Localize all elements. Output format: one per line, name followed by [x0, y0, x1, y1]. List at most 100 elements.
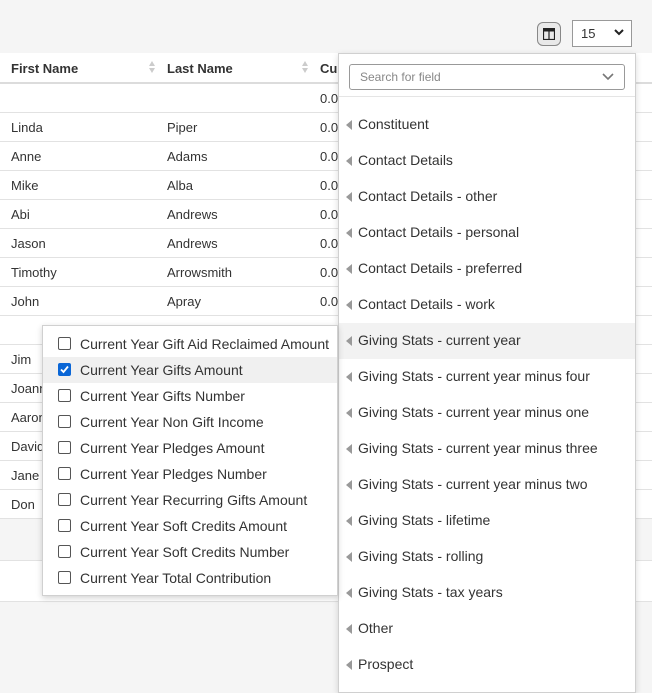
- field-picker-panel: Search for field Constituent Contact Deta…: [338, 53, 636, 693]
- column-chooser-button[interactable]: [537, 22, 561, 46]
- field-option-label: Current Year Soft Credits Amount: [80, 518, 287, 534]
- caret-left-icon: [346, 156, 352, 166]
- category-label: Giving Stats - lifetime: [358, 512, 491, 528]
- toolbar: 15: [0, 20, 652, 48]
- category-item[interactable]: Giving Stats - rolling: [339, 539, 635, 575]
- field-option[interactable]: Current Year Soft Credits Number: [43, 539, 337, 565]
- field-option[interactable]: Current Year Soft Credits Amount: [43, 513, 337, 539]
- field-checkbox[interactable]: [58, 467, 71, 480]
- category-item[interactable]: Contact Details - personal: [339, 215, 635, 251]
- checkmark-icon: [60, 365, 69, 374]
- table-cell-last: Arrowsmith: [167, 265, 233, 280]
- category-item[interactable]: Giving Stats - current year minus one: [339, 395, 635, 431]
- field-option[interactable]: Current Year Gift Aid Reclaimed Amount: [43, 331, 337, 357]
- category-label: Contact Details - work: [358, 296, 495, 312]
- table-cell-last: Alba: [167, 178, 194, 193]
- category-item[interactable]: Giving Stats - tax years: [339, 575, 635, 611]
- chevron-down-icon: [602, 73, 614, 81]
- field-checkbox[interactable]: [58, 571, 71, 584]
- sort-icon[interactable]: [148, 59, 156, 75]
- table-cell-first: Mike: [11, 178, 39, 193]
- category-item[interactable]: Giving Stats - current year minus four: [339, 359, 635, 395]
- caret-left-icon: [346, 192, 352, 202]
- table-cell-cur: 0.0: [320, 207, 339, 222]
- field-checkbox[interactable]: [58, 337, 71, 350]
- field-checkbox[interactable]: [58, 493, 71, 506]
- table-cell-first: Jason: [11, 236, 46, 251]
- column-header-first-name[interactable]: First Name: [11, 61, 78, 76]
- category-item[interactable]: Contact Details - other: [339, 179, 635, 215]
- table-cell-first: John: [11, 294, 40, 309]
- category-label: Giving Stats - tax years: [358, 584, 503, 600]
- field-option[interactable]: Current Year Non Gift Income: [43, 409, 337, 435]
- field-checkbox[interactable]: [58, 441, 71, 454]
- table-cell-first: David: [11, 439, 45, 454]
- category-item[interactable]: Other: [339, 611, 635, 647]
- field-search-wrapper: Search for field: [339, 54, 635, 97]
- field-option[interactable]: Current Year Recurring Gifts Amount: [43, 487, 337, 513]
- caret-left-icon: [346, 264, 352, 274]
- field-option[interactable]: Current Year Total Contribution: [43, 565, 337, 591]
- caret-left-icon: [346, 480, 352, 490]
- field-option-label: Current Year Gifts Number: [80, 388, 245, 404]
- field-option-label: Current Year Non Gift Income: [80, 414, 264, 430]
- table-cell-cur: 0.0: [320, 91, 339, 106]
- field-checkbox[interactable]: [58, 389, 71, 402]
- table-cell-first: Anne: [11, 149, 42, 164]
- category-item[interactable]: Contact Details - preferred: [339, 251, 635, 287]
- sub-field-panel: Current Year Gift Aid Reclaimed Amount Cu…: [42, 325, 338, 596]
- category-label: Giving Stats - current year minus three: [358, 440, 598, 456]
- category-label: Contact Details: [358, 152, 453, 168]
- chevron-down-icon: [614, 29, 624, 36]
- category-label: Contact Details - preferred: [358, 260, 523, 276]
- table-cell-first: Abi: [11, 207, 30, 222]
- table-cell-cur: 0.0: [320, 265, 339, 280]
- field-option-label: Current Year Total Contribution: [80, 570, 272, 586]
- category-label: Other: [358, 620, 394, 636]
- category-item[interactable]: Contact Details - work: [339, 287, 635, 323]
- caret-left-icon: [346, 372, 352, 382]
- caret-left-icon: [346, 300, 352, 310]
- caret-left-icon: [346, 408, 352, 418]
- field-checkbox[interactable]: [58, 363, 71, 376]
- category-label: Contact Details - other: [358, 188, 498, 204]
- caret-left-icon: [346, 444, 352, 454]
- category-item[interactable]: Giving Stats - current year minus two: [339, 467, 635, 503]
- table-cell-last: Andrews: [167, 236, 218, 251]
- category-item[interactable]: Giving Stats - current year minus three: [339, 431, 635, 467]
- caret-left-icon: [346, 120, 352, 130]
- table-cell-last: Andrews: [167, 207, 218, 222]
- table-cell-cur: 0.0: [320, 294, 339, 309]
- column-header-last-name[interactable]: Last Name: [167, 61, 233, 76]
- table-cell-first: Linda: [11, 120, 43, 135]
- category-item[interactable]: Contact Details: [339, 143, 635, 179]
- category-label: Giving Stats - current year: [358, 332, 521, 348]
- field-checkbox[interactable]: [58, 415, 71, 428]
- caret-left-icon: [346, 660, 352, 670]
- page-size-value: 15: [581, 26, 596, 41]
- field-option[interactable]: Current Year Gifts Amount: [43, 357, 337, 383]
- field-option-label: Current Year Pledges Number: [80, 466, 267, 482]
- table-cell-first: Jane: [11, 468, 40, 483]
- table-cell-cur: 0.0: [320, 149, 339, 164]
- sort-icon[interactable]: [301, 59, 309, 75]
- table-cell-first: Don: [11, 497, 35, 512]
- field-checkbox[interactable]: [58, 545, 71, 558]
- category-item[interactable]: Giving Stats - current year: [339, 323, 635, 359]
- page-size-select[interactable]: 15: [572, 20, 632, 47]
- field-option[interactable]: Current Year Pledges Number: [43, 461, 337, 487]
- field-option[interactable]: Current Year Pledges Amount: [43, 435, 337, 461]
- field-option[interactable]: Current Year Gifts Number: [43, 383, 337, 409]
- category-item[interactable]: Giving Stats - lifetime: [339, 503, 635, 539]
- caret-left-icon: [346, 588, 352, 598]
- table-cell-first: Timothy: [11, 265, 57, 280]
- field-search-input[interactable]: Search for field: [349, 64, 625, 90]
- table-cell-cur: 0.0: [320, 120, 339, 135]
- field-checkbox[interactable]: [58, 519, 71, 532]
- table-cell-last: Adams: [167, 149, 208, 164]
- table-cell-cur: 0.0: [320, 236, 339, 251]
- caret-left-icon: [346, 228, 352, 238]
- category-item[interactable]: Prospect: [339, 647, 635, 683]
- category-item[interactable]: Constituent: [339, 107, 635, 143]
- caret-left-icon: [346, 624, 352, 634]
